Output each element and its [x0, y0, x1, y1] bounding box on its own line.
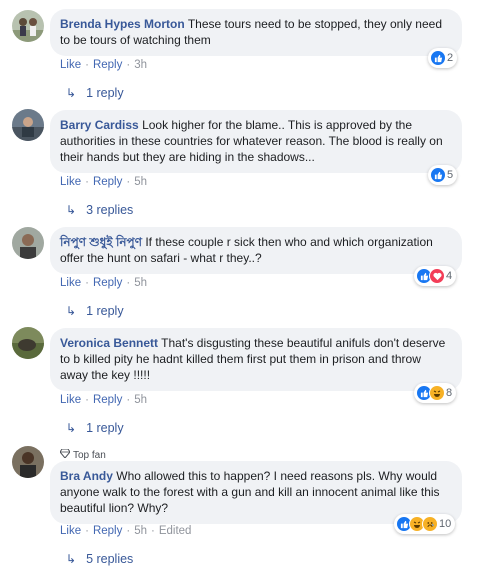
comment-actions: Like · Reply · 5h — [60, 176, 147, 188]
reactions-summary[interactable]: 2 — [428, 48, 458, 68]
reaction-count: 8 — [446, 387, 453, 399]
replies-count: 5 replies — [86, 552, 134, 566]
view-replies-link[interactable]: ↳ 1 reply — [66, 304, 124, 318]
comment-actions: Like · Reply · 5h — [60, 394, 147, 406]
reply-button[interactable]: Reply — [93, 394, 122, 406]
comment-text: Who allowed this to happen? I need reaso… — [60, 469, 440, 515]
reply-arrow-icon: ↳ — [66, 86, 77, 100]
comment-author[interactable]: Veronica Bennett — [60, 336, 158, 350]
like-button[interactable]: Like — [60, 525, 81, 537]
replies-count: 1 reply — [86, 304, 124, 318]
comment-timestamp[interactable]: 5h — [134, 176, 147, 188]
like-icon — [430, 167, 446, 183]
comment-author[interactable]: Bra Andy — [60, 469, 113, 483]
avatar[interactable] — [12, 327, 44, 359]
reaction-count: 5 — [447, 169, 454, 181]
comment-author[interactable]: নিপুণ শুধুই নিপুণ — [60, 235, 142, 249]
reply-button[interactable]: Reply — [93, 59, 122, 71]
comment-actions: Like · Reply · 3h — [60, 59, 147, 71]
comment-bubble: Barry Cardiss Look higher for the blame.… — [50, 110, 462, 173]
comment-timestamp[interactable]: 5h — [134, 525, 147, 537]
reactions-summary[interactable]: 4 — [414, 266, 457, 286]
love-icon — [429, 268, 445, 284]
reply-arrow-icon: ↳ — [66, 421, 77, 435]
view-replies-link[interactable]: ↳ 1 reply — [66, 86, 124, 100]
view-replies-link[interactable]: ↳ 1 reply — [66, 421, 124, 435]
reactions-summary[interactable]: 8 — [414, 383, 457, 403]
sad-icon — [422, 516, 438, 532]
reaction-count: 2 — [447, 52, 454, 64]
comment-author[interactable]: Brenda Hypes Morton — [60, 17, 185, 31]
comment-timestamp[interactable]: 3h — [134, 59, 147, 71]
like-icon — [430, 50, 446, 66]
reply-arrow-icon: ↳ — [66, 304, 77, 318]
haha-icon — [429, 385, 445, 401]
comment-timestamp[interactable]: 5h — [134, 394, 147, 406]
like-button[interactable]: Like — [60, 176, 81, 188]
reply-button[interactable]: Reply — [93, 176, 122, 188]
reply-button[interactable]: Reply — [93, 525, 122, 537]
comment-author[interactable]: Barry Cardiss — [60, 118, 139, 132]
top-fan-label: Top fan — [73, 449, 106, 461]
avatar[interactable] — [12, 10, 44, 42]
reactions-summary[interactable]: 10 — [394, 514, 456, 534]
like-button[interactable]: Like — [60, 59, 81, 71]
replies-count: 1 reply — [86, 86, 124, 100]
reaction-count: 10 — [439, 518, 452, 530]
comment-bubble: নিপুণ শুধুই নিপুণ If these couple r sick… — [50, 227, 462, 274]
comment-actions: Like · Reply · 5h · Edited — [60, 525, 192, 537]
like-button[interactable]: Like — [60, 394, 81, 406]
reaction-count: 4 — [446, 270, 453, 282]
top-fan-badge: Top fan — [59, 448, 106, 461]
reactions-summary[interactable]: 5 — [428, 165, 458, 185]
reply-arrow-icon: ↳ — [66, 552, 77, 566]
comment-bubble: Brenda Hypes Morton These tours need to … — [50, 9, 462, 56]
avatar[interactable] — [12, 446, 44, 478]
replies-count: 3 replies — [86, 203, 134, 217]
view-replies-link[interactable]: ↳ 5 replies — [66, 552, 133, 566]
avatar[interactable] — [12, 109, 44, 141]
edited-label: Edited — [158, 525, 192, 537]
comment-timestamp[interactable]: 5h — [134, 277, 147, 289]
diamond-icon — [59, 448, 71, 461]
replies-count: 1 reply — [86, 421, 124, 435]
like-button[interactable]: Like — [60, 277, 81, 289]
avatar[interactable] — [12, 227, 44, 259]
reply-button[interactable]: Reply — [93, 277, 122, 289]
view-replies-link[interactable]: ↳ 3 replies — [66, 203, 133, 217]
comment-actions: Like · Reply · 5h — [60, 277, 147, 289]
reply-arrow-icon: ↳ — [66, 203, 77, 217]
comment-bubble: Veronica Bennett That's disgusting these… — [50, 328, 462, 391]
